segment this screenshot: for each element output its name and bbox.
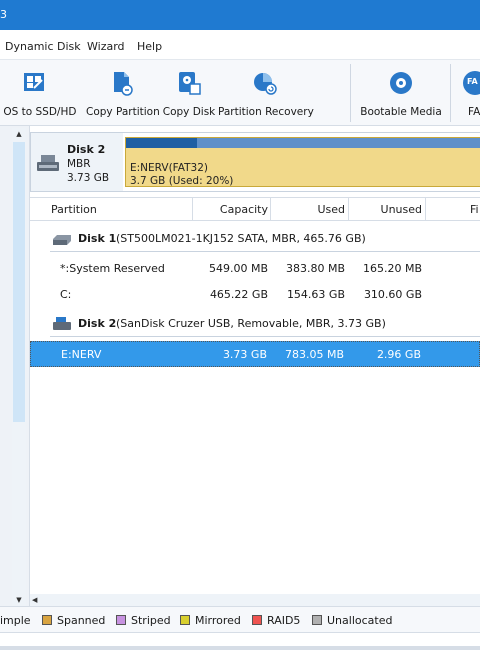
legend-spanned: Spanned — [42, 614, 105, 627]
col-used[interactable]: Used — [317, 203, 345, 216]
legend-bar: imple Spanned Striped Mirrored RAID5 Una… — [0, 606, 480, 632]
swatch-raid5 — [252, 615, 262, 625]
partition-used: 154.63 GB — [286, 288, 345, 301]
disk2-description: (SanDisk Cruzer USB, Removable, MBR, 3.7… — [116, 317, 386, 330]
scroll-up-arrow[interactable]: ▲ — [12, 128, 26, 140]
disk-row-disk1[interactable]: Disk 1 (ST500LM021-1KJ152 SATA, MBR, 465… — [30, 226, 480, 252]
fat-convert-badge: FA — [467, 77, 478, 86]
scroll-left-arrow[interactable]: ◀ — [32, 594, 37, 606]
table-row[interactable]: *:System Reserved 549.00 MB 383.80 MB 16… — [30, 256, 480, 282]
disk-map-type: MBR — [67, 158, 91, 170]
legend-raid5: RAID5 — [252, 614, 300, 627]
migrate-os-label: e OS to SSD/HD — [0, 106, 77, 118]
partition-table-header: Partition Capacity Used Unused Fi — [30, 197, 480, 221]
partition-block-name: E:NERV(FAT32) — [130, 162, 208, 174]
disk1-description: (ST500LM021-1KJ152 SATA, MBR, 465.76 GB) — [116, 232, 366, 245]
partition-name: C: — [60, 288, 72, 301]
partition-capacity: 465.22 GB — [209, 288, 268, 301]
partition-name: *:System Reserved — [60, 262, 165, 275]
migrate-os-icon — [24, 73, 44, 91]
copy-disk-label: Copy Disk — [162, 106, 216, 118]
disk-map-info[interactable]: Disk 2 MBR 3.73 GB — [31, 133, 123, 191]
window-title: 3 — [0, 8, 7, 21]
disk-row-underline — [50, 251, 480, 252]
column-separator — [192, 198, 193, 220]
toolbar-divider — [450, 64, 451, 122]
hard-disk-icon — [53, 235, 71, 245]
title-bar: 3 — [0, 0, 480, 30]
disk1-name: Disk 1 — [78, 232, 117, 245]
partition-capacity: 549.00 MB — [208, 262, 268, 275]
column-separator — [348, 198, 349, 220]
window-bottom-edge — [0, 646, 480, 650]
legend-mirrored: Mirrored — [180, 614, 241, 627]
legend-unallocated: Unallocated — [312, 614, 392, 627]
partition-recovery-button[interactable]: Partition Recovery — [218, 60, 314, 126]
partition-used: 783.05 MB — [284, 348, 344, 361]
partition-capacity: 3.73 GB — [222, 348, 267, 361]
legend-simple: imple — [0, 614, 31, 627]
table-row-selected[interactable]: E:NERV 3.73 GB 783.05 MB 2.96 GB — [30, 341, 480, 367]
copy-partition-button[interactable]: Copy Partition — [86, 60, 160, 126]
usage-bar — [126, 138, 480, 148]
partition-name: E:NERV — [61, 348, 102, 361]
fat-convert-label: FA — [468, 106, 480, 118]
partition-used: 383.80 MB — [285, 262, 345, 275]
copy-disk-button[interactable]: Copy Disk — [162, 60, 216, 126]
menu-help[interactable]: Help — [137, 40, 162, 53]
table-row[interactable]: C: 465.22 GB 154.63 GB 310.60 GB — [30, 282, 480, 308]
swatch-spanned — [42, 615, 52, 625]
disk-map-size: 3.73 GB — [67, 172, 110, 184]
disk-map: Disk 2 MBR 3.73 GB E:NERV(FAT32) 3.7 GB … — [30, 132, 480, 192]
horizontal-scrollbar[interactable]: ◀ — [30, 594, 480, 606]
menu-wizard[interactable]: Wizard — [87, 40, 125, 53]
bootable-media-icon — [390, 72, 412, 94]
scroll-down-arrow[interactable]: ▼ — [12, 594, 26, 606]
toolbar: e OS to SSD/HD Copy Partition Copy Disk … — [0, 60, 480, 126]
swatch-mirrored — [180, 615, 190, 625]
menu-bar: Dynamic Disk Wizard Help — [0, 30, 480, 60]
partition-unused: 165.20 MB — [362, 262, 422, 275]
disk-row-disk2[interactable]: Disk 2 (SanDisk Cruzer USB, Removable, M… — [30, 311, 480, 337]
copy-partition-icon — [114, 72, 133, 96]
disk-row-underline — [50, 336, 480, 337]
partition-block-enerv[interactable]: E:NERV(FAT32) 3.7 GB (Used: 20%) — [125, 137, 480, 187]
toolbar-divider — [350, 64, 351, 122]
bootable-media-label: Bootable Media — [360, 106, 442, 118]
usb-disk-icon — [37, 155, 59, 171]
partition-unused: 310.60 GB — [363, 288, 422, 301]
swatch-striped — [116, 615, 126, 625]
partition-recovery-label: Partition Recovery — [218, 106, 314, 118]
fat-convert-button[interactable]: FA FA — [456, 60, 480, 126]
menu-dynamic-disk[interactable]: Dynamic Disk — [5, 40, 81, 53]
col-capacity[interactable]: Capacity — [220, 203, 268, 216]
partition-recovery-icon — [254, 73, 277, 95]
migrate-os-button[interactable]: e OS to SSD/HD — [0, 60, 80, 126]
disk2-name: Disk 2 — [78, 317, 117, 330]
copy-disk-icon — [179, 72, 201, 95]
col-file-system[interactable]: Fi — [470, 203, 479, 216]
col-unused[interactable]: Unused — [381, 203, 422, 216]
column-separator — [425, 198, 426, 220]
usage-bar-fill — [126, 138, 197, 148]
partition-block-detail: 3.7 GB (Used: 20%) — [130, 175, 234, 187]
bootable-media-button[interactable]: Bootable Media — [358, 60, 444, 126]
scroll-thumb[interactable] — [13, 142, 25, 422]
copy-partition-label: Copy Partition — [86, 106, 160, 118]
col-partition[interactable]: Partition — [51, 203, 97, 216]
column-separator — [270, 198, 271, 220]
legend-striped: Striped — [116, 614, 171, 627]
usb-disk-icon — [53, 317, 71, 330]
partition-unused: 2.96 GB — [376, 348, 421, 361]
swatch-unallocated — [312, 615, 322, 625]
disk-map-name: Disk 2 — [67, 143, 106, 156]
vertical-scrollbar[interactable]: ▲ ▼ — [12, 128, 26, 606]
